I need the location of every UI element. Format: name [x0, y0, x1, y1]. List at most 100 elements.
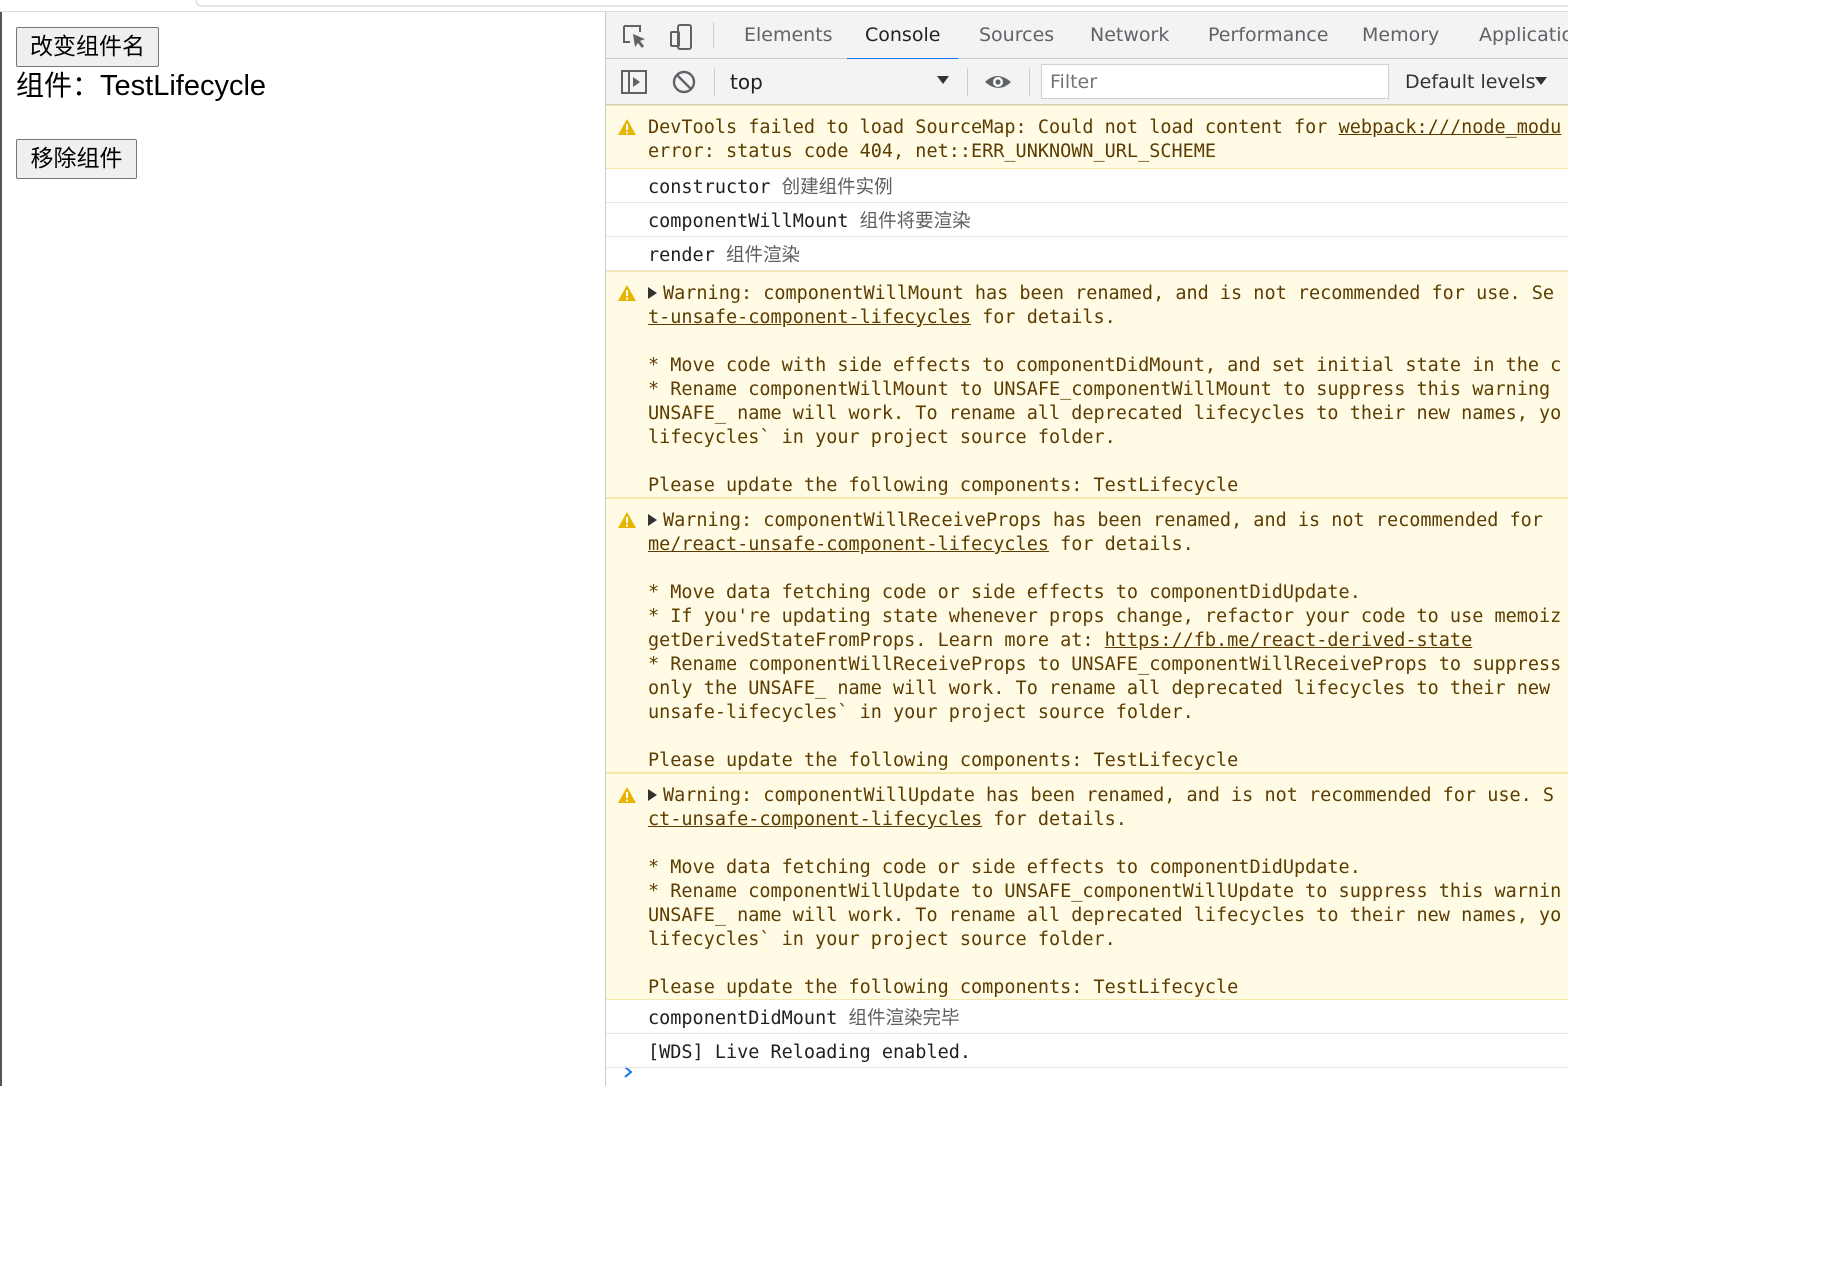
- message-text: for details.: [971, 307, 1116, 328]
- message-text: * Move code with side effects to compone…: [648, 355, 1562, 376]
- tab-performance[interactable]: Performance: [1208, 12, 1328, 59]
- message-line: only the UNSAFE_ name will work. To rena…: [648, 677, 1550, 701]
- toolbar-separator: [1029, 68, 1030, 96]
- message-line: error: status code 404, net::ERR_UNKNOWN…: [648, 140, 1216, 164]
- message-text: UNSAFE_ name will work. To rename all de…: [648, 905, 1562, 926]
- console-log-message: constructor 创建组件实例: [606, 169, 1568, 203]
- message-line: UNSAFE_ name will work. To rename all de…: [648, 904, 1561, 928]
- devtools-tab-bar: Elements Console Sources Network Performance…: [606, 12, 1568, 60]
- message-text: only the UNSAFE_ name will work. To rena…: [648, 678, 1551, 699]
- message-text: for details.: [1048, 534, 1194, 555]
- log-code: componentWillMount: [648, 211, 849, 232]
- message-line: * Rename componentWillReceiveProps to UN…: [648, 653, 1561, 677]
- warning-icon: [618, 285, 636, 301]
- console-log-message: [WDS] Live Reloading enabled.: [606, 1034, 1568, 1068]
- message-text: Warning: componentWillUpdate has been re…: [663, 785, 1555, 806]
- remove-component-button[interactable]: 移除组件: [16, 139, 137, 179]
- tab-console[interactable]: Console: [846, 12, 959, 60]
- warning-icon: [618, 787, 636, 803]
- message-text: lifecycles` in your project source folde…: [648, 427, 1116, 448]
- log-code: render: [648, 245, 715, 266]
- tab-applicatio[interactable]: Applicatio: [1479, 12, 1568, 59]
- device-toolbar-icon[interactable]: [666, 22, 696, 52]
- tab-sources[interactable]: Sources: [979, 12, 1054, 59]
- message-line: Warning: componentWillUpdate has been re…: [648, 784, 1554, 808]
- console-messages: DevTools failed to load SourceMap: Could…: [606, 105, 1568, 1086]
- rename-component-button[interactable]: 改变组件名: [16, 27, 159, 67]
- chevron-down-icon[interactable]: [936, 74, 950, 86]
- source-link[interactable]: https://fb.me/react-derived-state: [1105, 630, 1473, 651]
- sidebar-toggle-icon[interactable]: [620, 68, 650, 96]
- expand-triangle-icon[interactable]: [648, 287, 657, 299]
- log-note: 组件将要渲染: [859, 211, 971, 232]
- message-line: * If you're updating state whenever prop…: [648, 605, 1561, 629]
- console-filter-input[interactable]: [1041, 64, 1389, 99]
- page-viewport: 改变组件名 组件：TestLifecycle 移除组件: [0, 12, 605, 1086]
- message-text: getDerivedStateFromProps. Learn more at:: [648, 630, 1105, 651]
- clear-console-icon[interactable]: [670, 68, 700, 96]
- eye-icon[interactable]: [983, 68, 1013, 96]
- console-log-message: render 组件渲染: [606, 237, 1568, 271]
- message-line: Please update the following components: …: [648, 749, 1238, 772]
- console-log-message: componentWillMount 组件将要渲染: [606, 203, 1568, 237]
- message-text: unsafe-lifecycles` in your project sourc…: [648, 702, 1194, 723]
- log-code: componentDidMount: [648, 1008, 838, 1029]
- log-note: 创建组件实例: [781, 177, 893, 198]
- source-link[interactable]: me/react-unsafe-component-lifecycles: [648, 534, 1049, 555]
- message-text: Please update the following components: …: [648, 977, 1239, 998]
- message-line: Please update the following components: …: [648, 976, 1239, 999]
- log-levels-dropdown[interactable]: Default levels: [1405, 59, 1536, 105]
- expand-triangle-icon[interactable]: [648, 789, 657, 801]
- browser-top-strip: [0, 0, 1568, 12]
- tab-memory[interactable]: Memory: [1362, 12, 1439, 59]
- message-line: [WDS] Live Reloading enabled.: [648, 1041, 971, 1065]
- message-line: * Rename componentWillUpdate to UNSAFE_c…: [648, 880, 1561, 904]
- message-text: for details.: [982, 809, 1127, 830]
- console-warning-message: DevTools failed to load SourceMap: Could…: [606, 105, 1568, 169]
- message-line: Warning: componentWillMount has been ren…: [648, 282, 1554, 306]
- console-toolbar: top Default levels: [606, 59, 1568, 105]
- chevron-down-icon[interactable]: [1534, 75, 1548, 87]
- message-text: lifecycles` in your project source folde…: [648, 929, 1116, 950]
- context-selector[interactable]: top: [730, 59, 763, 105]
- message-line: * Move data fetching code or side effect…: [648, 856, 1361, 880]
- component-name: TestLifecycle: [100, 70, 267, 102]
- console-log-message: componentDidMount 组件渲染完毕: [606, 1000, 1568, 1034]
- message-line: * Rename componentWillMount to UNSAFE_co…: [648, 378, 1550, 402]
- console-warning-message: Warning: componentWillReceiveProps has b…: [606, 498, 1568, 773]
- tab-network[interactable]: Network: [1090, 12, 1169, 59]
- message-text: DevTools failed to load SourceMap: Could…: [648, 117, 1339, 138]
- message-line: lifecycles` in your project source folde…: [648, 928, 1116, 952]
- message-text: * Rename componentWillUpdate to UNSAFE_c…: [648, 881, 1562, 902]
- message-line: UNSAFE_ name will work. To rename all de…: [648, 402, 1561, 426]
- message-line: t-unsafe-component-lifecycles for detail…: [648, 306, 1116, 330]
- tab-elements[interactable]: Elements: [744, 12, 833, 59]
- source-link[interactable]: t-unsafe-component-lifecycles: [648, 307, 971, 328]
- tab-separator: [713, 22, 714, 48]
- message-text: * Move data fetching code or side effect…: [648, 582, 1361, 603]
- source-link[interactable]: webpack:///node_modu: [1339, 117, 1562, 138]
- message-text: * Rename componentWillMount to UNSAFE_co…: [648, 379, 1551, 400]
- expand-triangle-icon[interactable]: [648, 514, 657, 526]
- log-note: 组件渲染: [725, 245, 800, 266]
- component-label-prefix: 组件：: [16, 69, 101, 102]
- message-text: Warning: componentWillReceiveProps has b…: [663, 510, 1543, 531]
- message-text: * Rename componentWillReceiveProps to UN…: [648, 654, 1562, 675]
- inspect-element-icon[interactable]: [620, 22, 650, 52]
- message-text: Please update the following components: …: [648, 475, 1239, 496]
- message-line: render 组件渲染: [648, 244, 800, 268]
- message-text: error: status code 404, net::ERR_UNKNOWN…: [648, 141, 1217, 162]
- message-line: getDerivedStateFromProps. Learn more at:…: [648, 629, 1472, 653]
- source-link[interactable]: ct-unsafe-component-lifecycles: [648, 809, 982, 830]
- log-code: [WDS] Live Reloading enabled.: [648, 1042, 972, 1063]
- toolbar-separator: [967, 68, 968, 96]
- message-line: constructor 创建组件实例: [648, 176, 893, 200]
- message-line: lifecycles` in your project source folde…: [648, 426, 1116, 450]
- warning-icon: [618, 512, 636, 528]
- console-warning-message: Warning: componentWillUpdate has been re…: [606, 773, 1568, 1000]
- message-text: Warning: componentWillMount has been ren…: [663, 283, 1555, 304]
- message-text: * If you're updating state whenever prop…: [648, 606, 1562, 627]
- toolbar-separator: [714, 68, 715, 96]
- log-code: constructor: [648, 177, 771, 198]
- log-note: 组件渲染完毕: [848, 1008, 960, 1029]
